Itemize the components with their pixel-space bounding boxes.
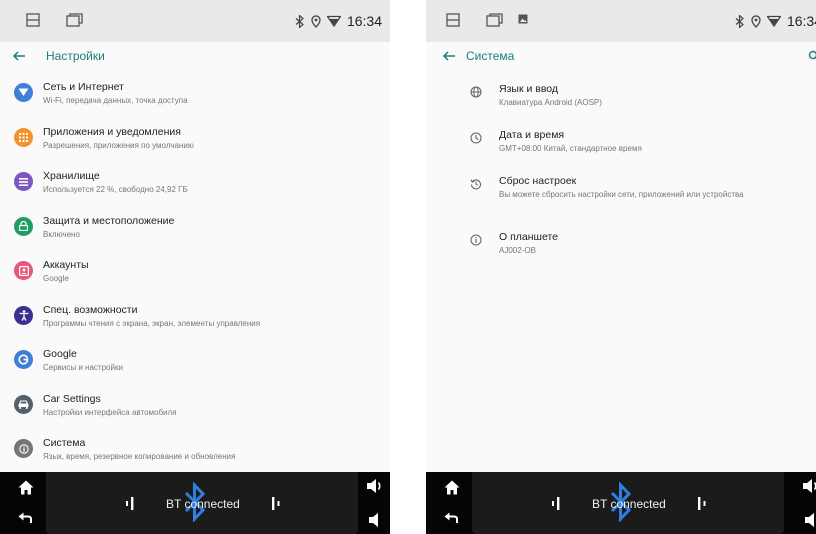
item-title: Сброс настроек: [499, 175, 577, 187]
item-title: Car Settings: [43, 392, 101, 405]
item-subtitle: Wi-Fi, передача данных, точка доступа: [43, 96, 188, 105]
item-title: Приложения и уведомления: [43, 125, 181, 138]
item-title: Google: [43, 348, 77, 360]
navigation-bar: BT connected: [0, 472, 390, 534]
item-title: Система: [43, 437, 86, 449]
image-notification-icon: [518, 14, 528, 24]
window-icon: [26, 13, 40, 27]
accounts-icon: [14, 261, 33, 280]
home-icon[interactable]: [18, 480, 34, 495]
page-title: Настройки: [46, 49, 105, 63]
back-arrow-icon[interactable]: [12, 49, 26, 63]
item-subtitle: Сервисы и настройки: [43, 363, 123, 372]
item-subtitle: Язык, время, резервное копирование и обн…: [43, 452, 236, 461]
bluetooth-status-icon: [295, 14, 304, 28]
settings-item-accounts[interactable]: Аккаунты Google: [0, 250, 390, 295]
clock-icon: [470, 132, 482, 144]
item-subtitle: Google: [43, 274, 69, 283]
google-icon: [14, 350, 33, 369]
status-time: 16:34: [786, 13, 816, 29]
item-title: Аккаунты: [43, 259, 89, 271]
storage-icon: [14, 172, 33, 191]
item-title: Спец. возможности: [43, 303, 138, 316]
info-icon: [14, 439, 33, 458]
item-title: Защита и местоположение: [43, 214, 175, 227]
item-title: Хранилище: [43, 170, 100, 182]
system-item-about[interactable]: О планшете AJ002-OB: [426, 220, 816, 266]
item-subtitle: AJ002-OB: [499, 246, 536, 255]
system-item-language[interactable]: Язык и ввод Клавиатура Android (AOSP): [426, 72, 816, 118]
location-icon: [311, 14, 321, 28]
status-time: 16:34: [346, 13, 382, 29]
accessibility-icon: [14, 305, 33, 325]
item-title: Язык и ввод: [499, 83, 559, 95]
item-subtitle: Используется 22 %, свободно 24,92 ГБ: [43, 185, 188, 194]
lock-icon: [14, 216, 33, 236]
bt-status-text: BT connected: [592, 497, 666, 511]
settings-item-accessibility[interactable]: Спец. возможности Программы чтения с экр…: [0, 295, 390, 340]
item-subtitle: Включено: [43, 229, 80, 239]
settings-item-car-settings[interactable]: Car Settings Настройки интерфейса автомо…: [0, 384, 390, 429]
item-title: О планшете: [499, 231, 558, 243]
item-subtitle: GMT+08:00 Китай, стандартное время: [499, 144, 642, 153]
globe-icon: [470, 86, 482, 98]
item-title: Сеть и Интернет: [43, 81, 124, 93]
bt-media-panel: BT connected: [46, 472, 358, 534]
settings-item-system[interactable]: Система Язык, время, резервное копирован…: [0, 428, 390, 473]
item-title: Дата и время: [499, 129, 565, 141]
home-icon[interactable]: [444, 480, 460, 495]
settings-list: Сеть и Интернет Wi-Fi, передача данных, …: [0, 72, 390, 473]
nav-back-icon[interactable]: [444, 511, 460, 525]
wifi-signal-icon: [326, 15, 341, 27]
apps-icon: [14, 127, 33, 147]
volume-up-icon[interactable]: [366, 478, 384, 494]
status-bar: 16:34: [426, 0, 816, 42]
reset-icon: [470, 179, 482, 190]
bt-media-panel: BT connected: [472, 472, 784, 534]
previous-track-icon[interactable]: [124, 496, 138, 510]
item-subtitle: Программы чтения с экрана, экран, элемен…: [43, 318, 261, 328]
navigation-bar: BT connected: [426, 472, 816, 534]
settings-item-google[interactable]: Google Сервисы и настройки: [0, 339, 390, 384]
settings-item-security[interactable]: Защита и местоположение Включено: [0, 206, 390, 251]
settings-item-apps[interactable]: Приложения и уведомления Разрешения, при…: [0, 117, 390, 162]
next-track-icon[interactable]: [270, 496, 284, 510]
item-subtitle: Вы можете сбросить настройки сети, прило…: [499, 190, 744, 199]
volume-up-icon[interactable]: [802, 478, 816, 494]
status-bar: 16:34: [0, 0, 390, 42]
app-bar: Система: [426, 42, 816, 72]
next-track-icon[interactable]: [696, 496, 710, 510]
bluetooth-status-icon: [735, 14, 744, 28]
system-screen: 16:34 Система Язык и ввод Клавиатура And…: [426, 0, 816, 534]
window-icon: [446, 13, 460, 27]
item-subtitle: Разрешения, приложения по умолчанию: [43, 140, 194, 150]
item-subtitle: Клавиатура Android (AOSP): [499, 98, 602, 107]
settings-screen: 16:34 Настройки Сеть и Интернет Wi-Fi, п…: [0, 0, 390, 534]
volume-down-icon[interactable]: [804, 512, 816, 528]
car-icon: [14, 394, 33, 414]
previous-track-icon[interactable]: [550, 496, 564, 510]
search-icon[interactable]: [808, 50, 816, 62]
item-subtitle: Настройки интерфейса автомобиля: [43, 407, 177, 417]
system-item-date-time[interactable]: Дата и время GMT+08:00 Китай, стандартно…: [426, 118, 816, 164]
system-item-reset[interactable]: Сброс настроек Вы можете сбросить настро…: [426, 164, 816, 220]
nav-back-icon[interactable]: [18, 511, 34, 525]
bt-status-text: BT connected: [166, 497, 240, 511]
info-icon: [470, 234, 482, 246]
location-icon: [751, 14, 761, 28]
settings-item-storage[interactable]: Хранилище Используется 22 %, свободно 24…: [0, 161, 390, 206]
recent-apps-icon: [486, 13, 503, 27]
recent-apps-icon: [66, 13, 83, 27]
back-arrow-icon[interactable]: [442, 49, 456, 63]
wifi-icon: [14, 83, 33, 102]
settings-item-network[interactable]: Сеть и Интернет Wi-Fi, передача данных, …: [0, 72, 390, 117]
app-bar: Настройки: [0, 42, 390, 72]
system-list: Язык и ввод Клавиатура Android (AOSP) Да…: [426, 72, 816, 266]
wifi-signal-icon: [766, 15, 781, 27]
volume-down-icon[interactable]: [368, 512, 382, 528]
page-title: Система: [466, 49, 515, 63]
